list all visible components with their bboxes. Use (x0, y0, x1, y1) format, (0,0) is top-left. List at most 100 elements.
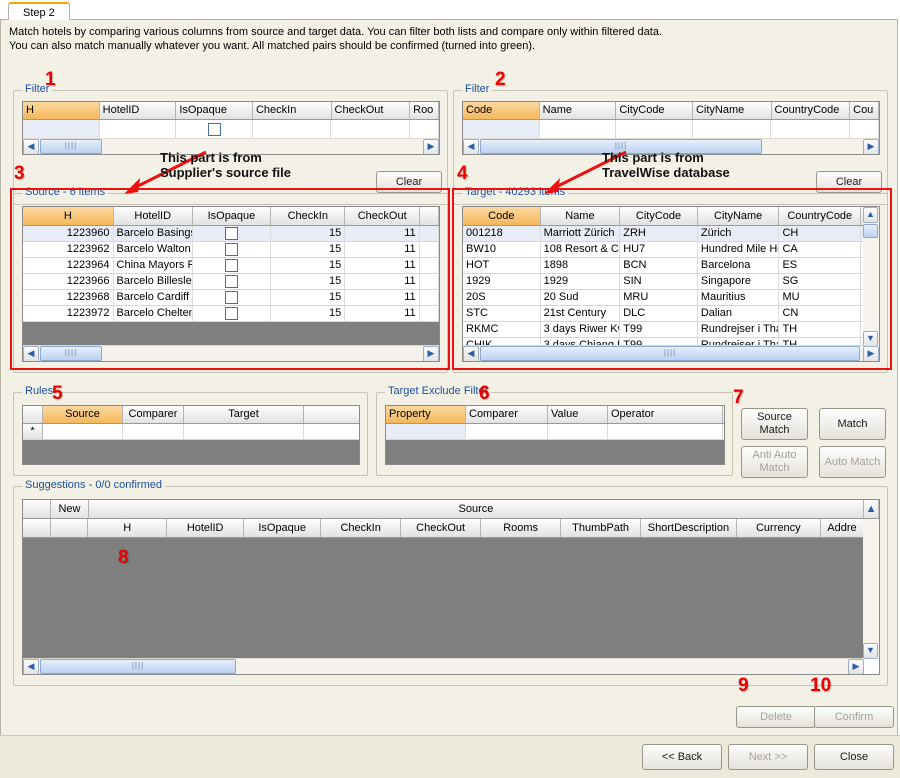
column-header-address[interactable]: Addre (820, 519, 865, 537)
filter-cell-code[interactable] (463, 120, 540, 139)
column-header-checkin[interactable]: CheckIn (271, 207, 346, 225)
column-header-cityname[interactable]: CityName (697, 207, 780, 225)
hscroll-thumb[interactable]: |||| (40, 346, 102, 361)
exclude-cell-property[interactable] (386, 424, 466, 439)
column-header-target[interactable]: Target (184, 406, 304, 423)
table-row[interactable]: 1223960 Barcelo Basingso 15 11 (23, 226, 439, 242)
auto-match-button[interactable]: Auto Match (819, 446, 886, 478)
table-row[interactable]: 1223964 China Mayors Pla 15 11 (23, 258, 439, 274)
rules-rowheader-corner[interactable] (23, 406, 43, 423)
hscroll-thumb[interactable]: |||| (40, 659, 236, 674)
suggestions-grid[interactable]: New Source ▲ H HotelID IsOpaque CheckIn … (22, 499, 880, 675)
column-header-code[interactable]: Code (463, 102, 540, 119)
cell-isopaque[interactable] (193, 226, 271, 241)
anti-auto-match-button[interactable]: Anti Auto Match (741, 446, 808, 478)
column-header-shortdescription[interactable]: ShortDescription (641, 519, 737, 537)
scroll-right-icon[interactable]: ▶ (848, 658, 864, 674)
isopaque-checkbox[interactable] (224, 307, 238, 321)
table-row[interactable]: 1223968 Barcelo Cardiff A 15 11 (23, 290, 439, 306)
column-header-countrycode[interactable]: CountryCode (771, 102, 851, 119)
rules-cell-source[interactable] (43, 424, 123, 439)
filter-cell-countrycode[interactable] (771, 120, 851, 139)
table-row[interactable]: HOT 1898 BCN Barcelona ES : (463, 258, 879, 274)
target-list-hscrollbar[interactable]: ◀ |||| ▶ (463, 345, 879, 361)
column-header-isopaque[interactable]: IsOpaque (176, 102, 253, 119)
rules-grid[interactable]: Source Comparer Target * (22, 405, 360, 465)
hscroll-thumb[interactable]: |||| (480, 346, 860, 361)
column-header-countryname[interactable]: Cou (850, 102, 879, 119)
table-row[interactable]: 20S 20 Sud MRU Mauritius MU (463, 290, 879, 306)
rules-cell-comparer[interactable] (123, 424, 184, 439)
target-filter-grid[interactable]: Code Name CityCode CityName CountryCode … (462, 101, 880, 155)
column-header-checkout[interactable]: CheckOut (401, 519, 482, 537)
column-header-isopaque[interactable]: IsOpaque (244, 519, 322, 537)
filter-cell-citycode[interactable] (616, 120, 693, 139)
scroll-right-icon[interactable]: ▶ (863, 138, 879, 154)
delete-button[interactable]: Delete (736, 706, 816, 728)
column-header-extra[interactable] (419, 207, 439, 225)
target-list-vscrollbar[interactable]: ▲ ▼ (863, 207, 879, 347)
column-header-code[interactable]: Code (463, 207, 541, 225)
suggestions-hscrollbar[interactable]: ◀ |||| ▶ (23, 658, 864, 674)
table-row[interactable]: RKMC 3 days Riwer Kwa T99 Rundrejser i T… (463, 322, 879, 338)
scroll-left-icon[interactable]: ◀ (463, 345, 479, 361)
table-row[interactable]: 1223966 Barcelo Billesley 15 11 (23, 274, 439, 290)
close-button[interactable]: Close (814, 744, 894, 770)
exclude-cell-operator[interactable] (608, 424, 723, 439)
scroll-left-icon[interactable]: ◀ (23, 138, 39, 154)
scroll-right-icon[interactable]: ▶ (423, 345, 439, 361)
column-header-thumbpath[interactable]: ThumbPath (561, 519, 642, 537)
hscroll-track[interactable] (236, 659, 848, 675)
filter-cell-rooms[interactable] (410, 120, 439, 139)
column-header-isopaque[interactable]: IsOpaque (192, 207, 272, 225)
scroll-right-icon[interactable]: ▶ (423, 138, 439, 154)
target-filter-clear-button[interactable]: Clear (816, 171, 882, 193)
hscroll-thumb[interactable]: |||| (40, 139, 102, 154)
scroll-left-icon[interactable]: ◀ (23, 345, 39, 361)
column-header-h[interactable]: H (23, 102, 100, 119)
rules-new-row[interactable]: * (23, 424, 359, 440)
column-header-comparer[interactable]: Comparer (466, 406, 548, 423)
filter-cell-checkin[interactable] (253, 120, 332, 139)
isopaque-checkbox[interactable] (224, 243, 238, 257)
exclude-cell-comparer[interactable] (466, 424, 548, 439)
filter-cell-h[interactable] (23, 120, 100, 139)
column-header-property[interactable]: Property (386, 406, 466, 423)
cell-isopaque[interactable] (193, 274, 271, 289)
isopaque-checkbox[interactable] (224, 291, 238, 305)
table-row[interactable]: 1223962 Barcelo Walton H 15 11 (23, 242, 439, 258)
column-group-header-source[interactable]: Source (88, 500, 865, 518)
table-row[interactable]: 001218 Marriott Zürich ZRH Zürich CH : (463, 226, 879, 242)
confirm-button[interactable]: Confirm (814, 706, 894, 728)
column-header-citycode[interactable]: CityCode (620, 207, 698, 225)
column-header-source[interactable]: Source (43, 406, 123, 423)
column-header-name[interactable]: Name (540, 207, 621, 225)
isopaque-checkbox[interactable] (224, 259, 238, 273)
scroll-down-icon[interactable]: ▼ (863, 331, 878, 347)
source-match-button[interactable]: Source Match (741, 408, 808, 440)
table-row[interactable]: BW10 108 Resort & Cor HU7 Hundred Mile H… (463, 242, 879, 258)
column-header-hotelid[interactable]: HotelID (99, 102, 177, 119)
column-header-name[interactable]: Name (539, 102, 617, 119)
suggestions-vscrollbar[interactable]: ▼ (863, 519, 879, 659)
tab-step-2[interactable]: Step 2 (8, 2, 70, 20)
scroll-right-icon[interactable]: ▶ (863, 345, 879, 361)
target-exclude-filter-grid[interactable]: Property Comparer Value Operator (385, 405, 725, 465)
column-header-checkin[interactable]: CheckIn (252, 102, 332, 119)
column-header-hotelid[interactable]: HotelID (113, 207, 193, 225)
column-header-rooms[interactable]: Rooms (481, 519, 562, 537)
vscroll-thumb[interactable] (863, 224, 878, 238)
filter-cell-name[interactable] (540, 120, 617, 139)
suggestions-corner[interactable] (23, 500, 51, 518)
column-header-new-sub[interactable] (50, 519, 89, 537)
column-header-h[interactable]: H (88, 519, 168, 537)
target-list-grid[interactable]: Code Name CityCode CityName CountryCode … (462, 206, 880, 362)
column-header-checkout[interactable]: CheckOut (331, 102, 411, 119)
rules-cell-target[interactable] (184, 424, 304, 439)
source-list-hscrollbar[interactable]: ◀ |||| ▶ (23, 345, 439, 361)
column-header-comparer[interactable]: Comparer (123, 406, 184, 423)
filter-cell-hotelid[interactable] (100, 120, 177, 139)
cell-isopaque[interactable] (193, 290, 271, 305)
source-list-grid[interactable]: H HotelID IsOpaque CheckIn CheckOut 1223… (22, 206, 440, 362)
target-exclude-input-row[interactable] (386, 424, 724, 440)
